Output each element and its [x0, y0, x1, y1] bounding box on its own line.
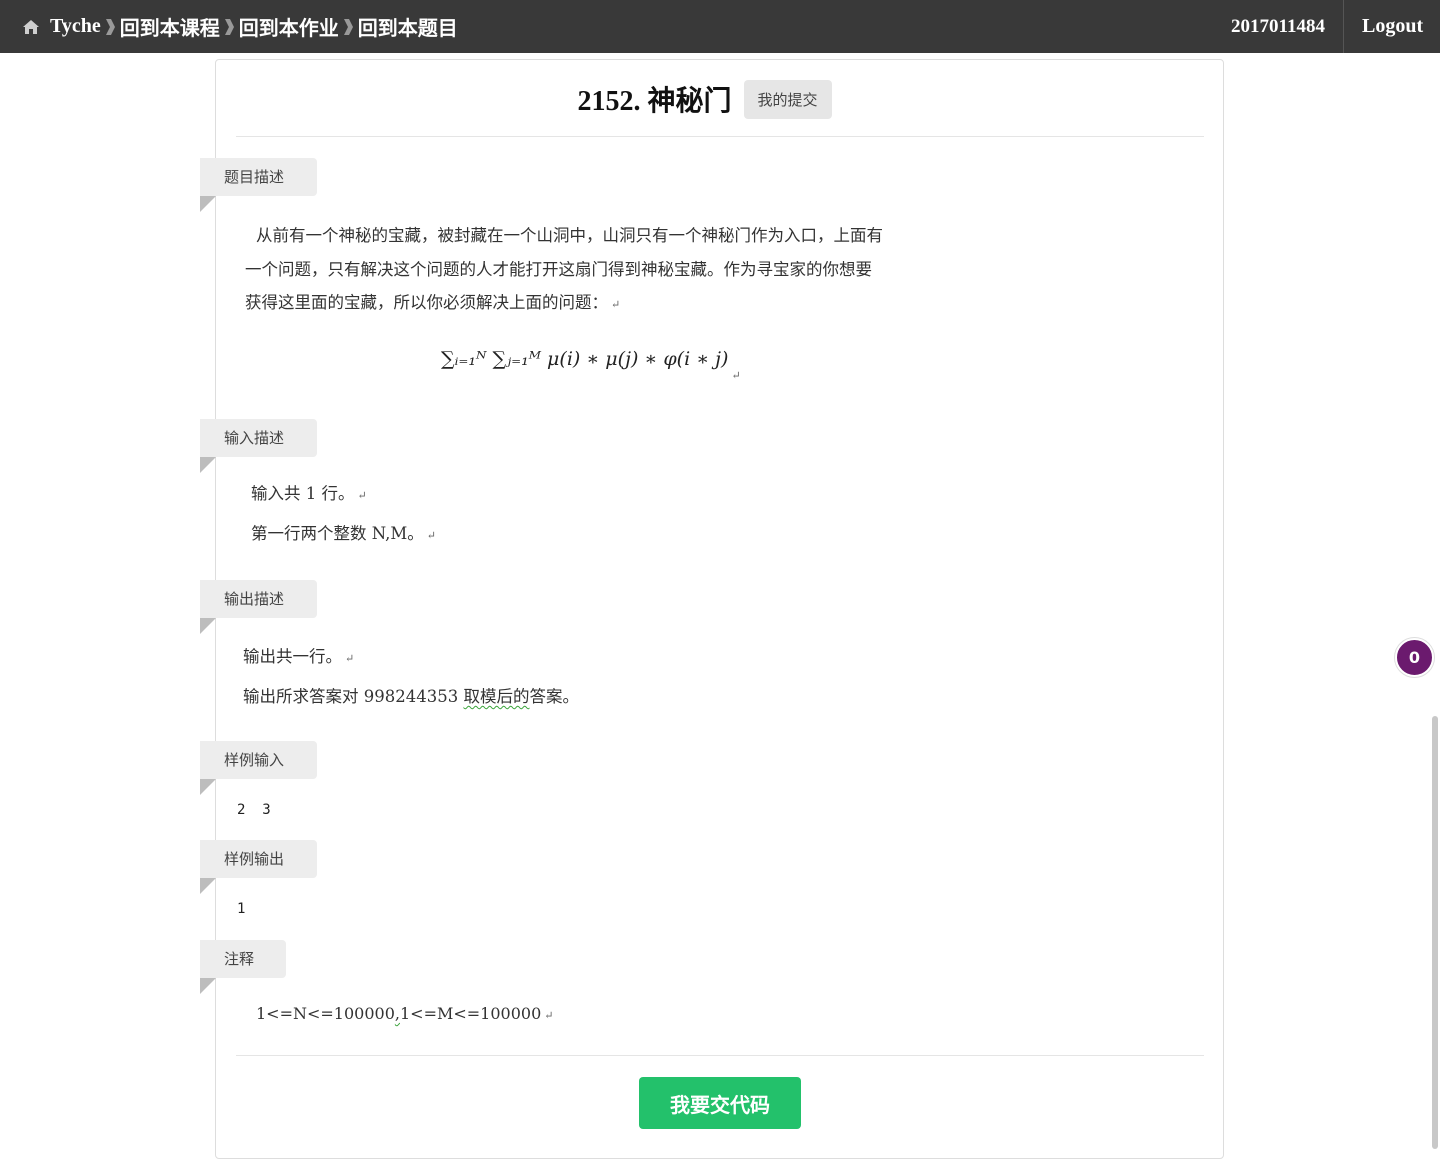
chevron-right-icon — [224, 18, 234, 35]
section-label-text: 注释 — [224, 950, 255, 968]
section-label-text: 输入描述 — [224, 429, 285, 447]
scrollbar[interactable] — [1432, 716, 1438, 1149]
description-line-3: 获得这里面的宝藏，所以你必须解决上面的问题： ↵ — [245, 286, 620, 322]
label-fold — [200, 196, 216, 212]
output-line-1-text: 输出共一行。 — [243, 647, 342, 666]
return-mark: ↵ — [357, 489, 367, 502]
divider — [236, 1055, 1204, 1056]
formula-text: ∑ᵢ₌₁ᴺ ∑ⱼ₌₁ᴹ μ(i) ∗ μ(j) ∗ φ(i ∗ j) — [441, 348, 729, 370]
input-line-2-text: 第一行两个整数 N,M。 — [251, 524, 424, 543]
input-line-1-text: 输入共 1 行。 — [251, 484, 355, 503]
output-line-2-part3: 答案。 — [529, 687, 579, 706]
return-mark: ↵ — [544, 1009, 554, 1022]
return-mark: ↵ — [426, 529, 436, 542]
page-title: 2152. 神秘门 — [577, 86, 732, 117]
label-fold — [200, 878, 216, 894]
username-link[interactable]: 2017011484 — [1231, 0, 1325, 53]
section-label-input: 输入描述 — [200, 419, 317, 473]
divider — [236, 136, 1204, 137]
input-line-2: 第一行两个整数 N,M。 ↵ — [251, 517, 436, 553]
section-label-notes: 注释 — [200, 940, 286, 994]
title-row: 2152. 神秘门 我的提交 — [216, 79, 1223, 119]
breadcrumb: Tyche 回到本课程 回到本作业 回到本题目 — [22, 0, 458, 53]
chevron-right-icon — [343, 18, 353, 35]
submit-code-button[interactable]: 我要交代码 — [639, 1077, 801, 1129]
notes-value-c: 1<=M<=100000 — [399, 1004, 542, 1023]
brand-link[interactable]: Tyche — [50, 15, 101, 38]
section-label-output: 输出描述 — [200, 580, 317, 634]
my-submissions-button[interactable]: 我的提交 — [743, 79, 832, 119]
notification-badge[interactable]: 0 — [1395, 638, 1434, 677]
section-label-sample-input: 样例输入 — [200, 741, 317, 795]
section-label-text: 题目描述 — [224, 168, 285, 186]
description-line-1: 从前有一个神秘的宝藏，被封藏在一个山洞中，山洞只有一个神秘门作为入口，上面有 — [256, 226, 883, 245]
section-label-sample-output: 样例输出 — [200, 840, 317, 894]
output-line-2-part2: 取模后的 — [463, 687, 530, 706]
return-mark: ↵ — [611, 298, 621, 311]
output-line-2: 输出所求答案对 998244353 取模后的答案。 — [243, 680, 579, 714]
home-icon[interactable] — [22, 19, 40, 35]
label-fold — [200, 618, 216, 634]
output-line-2-part1: 输出所求答案对 998244353 — [243, 687, 459, 706]
section-label-description: 题目描述 — [200, 158, 317, 212]
return-mark: ↵ — [731, 369, 741, 382]
sample-input-value: 2 3 — [237, 802, 271, 818]
sample-output-value: 1 — [237, 901, 246, 917]
notes-value-a: 1<=N<=100000 — [256, 1004, 395, 1023]
output-line-1: 输出共一行。 ↵ — [243, 640, 354, 676]
chevron-right-icon — [105, 18, 115, 35]
problem-card: 2152. 神秘门 我的提交 题目描述 从前有一个神秘的宝藏，被封藏在一个山洞中… — [200, 59, 1224, 1159]
navbar-divider — [1343, 0, 1344, 53]
return-mark: ↵ — [345, 652, 355, 665]
label-fold — [200, 457, 216, 473]
logout-link[interactable]: Logout — [1362, 0, 1423, 53]
description-line-3-text: 获得这里面的宝藏，所以你必须解决上面的问题： — [245, 293, 608, 312]
breadcrumb-course[interactable]: 回到本课程 — [120, 12, 220, 41]
notes-value: 1<=N<=100000,1<=M<=100000 ↵ — [256, 997, 553, 1033]
breadcrumb-homework[interactable]: 回到本作业 — [239, 12, 339, 41]
description-line-2: 一个问题，只有解决这个问题的人才能打开这扇门得到神秘宝藏。作为寻宝家的你想要 — [245, 260, 872, 279]
breadcrumb-problem[interactable]: 回到本题目 — [358, 12, 458, 41]
top-navbar: Tyche 回到本课程 回到本作业 回到本题目 2017011484 Logou… — [0, 0, 1440, 53]
formula: ∑ᵢ₌₁ᴺ ∑ⱼ₌₁ᴹ μ(i) ∗ μ(j) ∗ φ(i ∗ j)↵ — [441, 348, 741, 393]
section-label-text: 样例输入 — [224, 751, 285, 769]
section-label-text: 输出描述 — [224, 590, 285, 608]
label-fold — [200, 978, 216, 994]
section-label-text: 样例输出 — [224, 850, 285, 868]
input-line-1: 输入共 1 行。 ↵ — [251, 477, 367, 513]
label-fold — [200, 779, 216, 795]
